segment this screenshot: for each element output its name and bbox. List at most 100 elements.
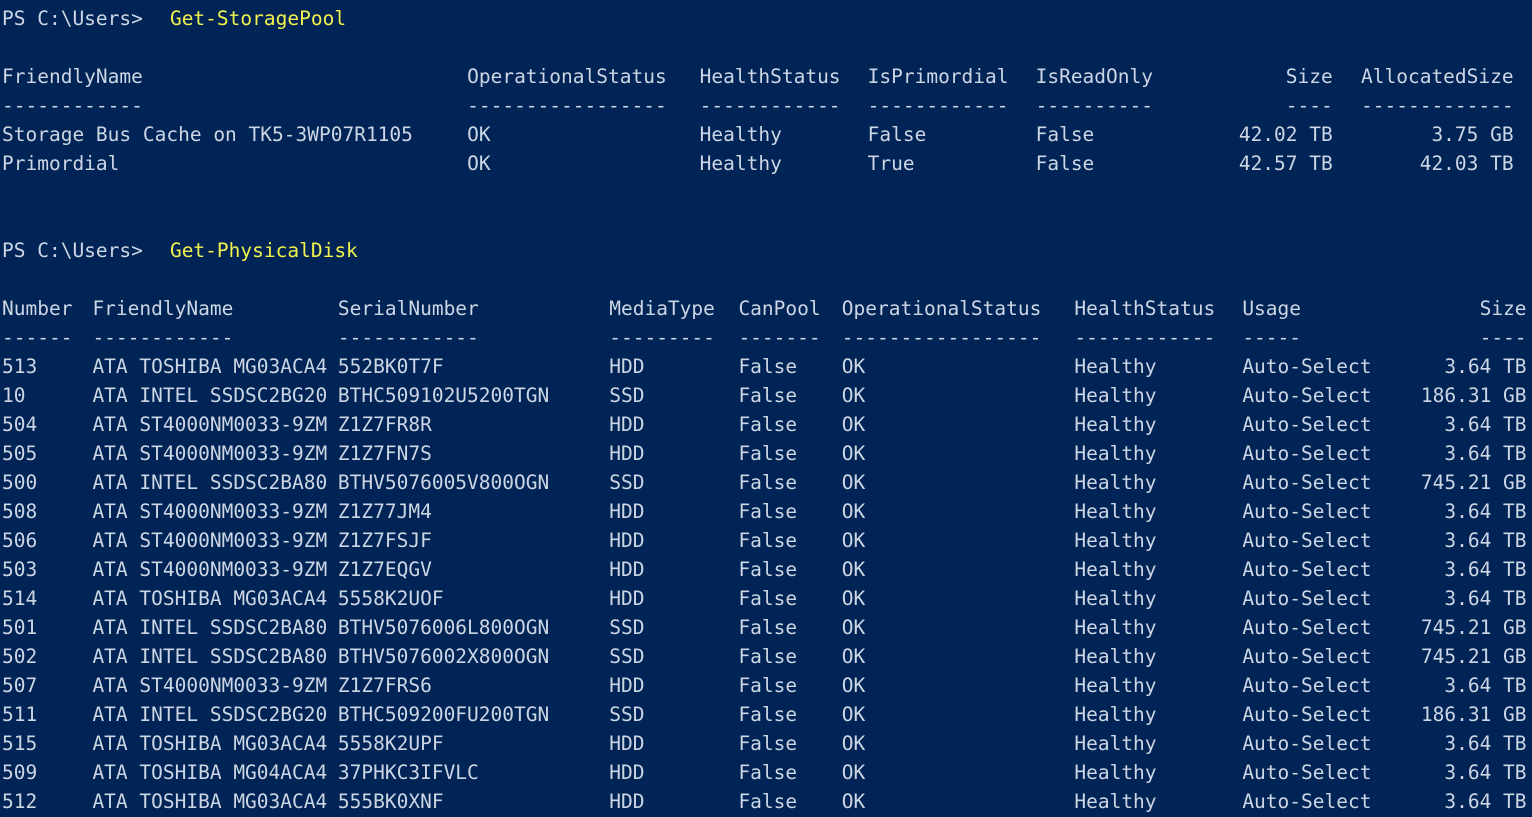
column-header-healthstatus: HealthStatus — [700, 62, 855, 91]
command-text-physical-disk[interactable]: Get-PhysicalDisk — [170, 236, 358, 265]
cell-isprimordial: True — [868, 149, 1023, 178]
cell-mediatype: HDD — [609, 497, 725, 526]
cell-mediatype: HDD — [609, 671, 725, 700]
cell-size: 186.31 GB — [1397, 381, 1526, 410]
cell-friendlyname: ATA TOSHIBA MG03ACA4 — [92, 352, 325, 381]
cell-number: 513 — [2, 352, 80, 381]
column-header-size: Size — [1178, 62, 1333, 91]
cell-operationalstatus: OK — [842, 381, 1062, 410]
cell-canpool: False — [738, 642, 828, 671]
cell-size: 3.64 TB — [1397, 671, 1526, 700]
cell-mediatype: HDD — [609, 555, 725, 584]
cell-mediatype: SSD — [609, 700, 725, 729]
cell-operationalstatus: OK — [467, 149, 687, 178]
cell-friendlyname: Primordial — [2, 149, 454, 178]
cell-size: 3.64 TB — [1397, 584, 1526, 613]
cell-serialnumber: Z1Z7FN7S — [338, 439, 596, 468]
cell-usage: Auto-Select — [1242, 439, 1384, 468]
cell-healthstatus: Healthy — [1074, 497, 1229, 526]
cell-friendlyname: ATA INTEL SSDSC2BA80 — [92, 613, 325, 642]
column-header-canpool: CanPool — [738, 294, 828, 323]
column-rule-size: ---- — [1178, 91, 1333, 120]
cell-mediatype: HDD — [609, 410, 725, 439]
cell-number: 509 — [2, 758, 80, 787]
cell-healthstatus: Healthy — [1074, 439, 1229, 468]
cell-operationalstatus: OK — [842, 758, 1062, 787]
cell-serialnumber: Z1Z7FR8R — [338, 410, 596, 439]
cell-healthstatus: Healthy — [700, 120, 855, 149]
cell-usage: Auto-Select — [1242, 787, 1384, 816]
cell-mediatype: HDD — [609, 526, 725, 555]
cell-healthstatus: Healthy — [1074, 700, 1229, 729]
cell-usage: Auto-Select — [1242, 700, 1384, 729]
cell-size: 3.64 TB — [1397, 758, 1526, 787]
shell-prompt: PS C:\Users> — [2, 236, 155, 265]
cell-size: 745.21 GB — [1397, 468, 1526, 497]
cell-operationalstatus: OK — [842, 700, 1062, 729]
cell-friendlyname: ATA ST4000NM0033-9ZM — [92, 410, 325, 439]
column-rule-allocatedsize: ------------- — [1346, 91, 1514, 120]
cell-number: 500 — [2, 468, 80, 497]
cell-number: 508 — [2, 497, 80, 526]
cell-usage: Auto-Select — [1242, 584, 1384, 613]
command-text-storage-pool[interactable]: Get-StoragePool — [170, 4, 346, 33]
cell-number: 511 — [2, 700, 80, 729]
cell-size: 3.64 TB — [1397, 352, 1526, 381]
cell-mediatype: HDD — [609, 439, 725, 468]
cell-serialnumber: Z1Z7FSJF — [338, 526, 596, 555]
cell-serialnumber: 552BK0T7F — [338, 352, 596, 381]
cell-canpool: False — [738, 700, 828, 729]
cell-isreadonly: False — [1036, 149, 1165, 178]
cell-serialnumber: 5558K2UOF — [338, 584, 596, 613]
column-header-healthstatus: HealthStatus — [1074, 294, 1229, 323]
cell-number: 506 — [2, 526, 80, 555]
cell-usage: Auto-Select — [1242, 729, 1384, 758]
column-header-size: Size — [1397, 294, 1526, 323]
cell-mediatype: SSD — [609, 468, 725, 497]
column-rule-isreadonly: ---------- — [1036, 91, 1165, 120]
cell-size: 186.31 GB — [1397, 700, 1526, 729]
cell-healthstatus: Healthy — [1074, 613, 1229, 642]
cell-isprimordial: False — [868, 120, 1023, 149]
cell-healthstatus: Healthy — [1074, 526, 1229, 555]
cell-healthstatus: Healthy — [1074, 555, 1229, 584]
cell-serialnumber: BTHC509200FU200TGN — [338, 700, 596, 729]
cell-serialnumber: BTHV5076006L800OGN — [338, 613, 596, 642]
cell-usage: Auto-Select — [1242, 468, 1384, 497]
cell-friendlyname: ATA ST4000NM0033-9ZM — [92, 555, 325, 584]
column-header-friendlyname: FriendlyName — [2, 62, 454, 91]
cell-healthstatus: Healthy — [700, 149, 855, 178]
powershell-console[interactable]: PS C:\Users> Get-StoragePool FriendlyName… — [0, 0, 1532, 817]
cell-canpool: False — [738, 613, 828, 642]
column-rule-isprimordial: ------------ — [868, 91, 1023, 120]
cell-operationalstatus: OK — [467, 120, 687, 149]
cell-canpool: False — [738, 468, 828, 497]
cell-friendlyname: Storage Bus Cache on TK5-3WP07R1105 — [2, 120, 454, 149]
cell-friendlyname: ATA INTEL SSDSC2BA80 — [92, 468, 325, 497]
cell-number: 514 — [2, 584, 80, 613]
cell-operationalstatus: OK — [842, 410, 1062, 439]
cell-serialnumber: 37PHKC3IFVLC — [338, 758, 596, 787]
cell-mediatype: HDD — [609, 352, 725, 381]
cell-isreadonly: False — [1036, 120, 1165, 149]
column-header-operationalstatus: OperationalStatus — [842, 294, 1062, 323]
cell-serialnumber: 5558K2UPF — [338, 729, 596, 758]
column-rule-canpool: ------- — [738, 323, 828, 352]
cell-operationalstatus: OK — [842, 787, 1062, 816]
cell-size: 3.64 TB — [1397, 497, 1526, 526]
cell-serialnumber: 555BK0XNF — [338, 787, 596, 816]
cell-serialnumber: BTHV5076005V800OGN — [338, 468, 596, 497]
cell-canpool: False — [738, 410, 828, 439]
cell-mediatype: SSD — [609, 381, 725, 410]
cell-friendlyname: ATA ST4000NM0033-9ZM — [92, 671, 325, 700]
column-header-usage: Usage — [1242, 294, 1384, 323]
cell-number: 10 — [2, 381, 80, 410]
cell-size: 3.64 TB — [1397, 787, 1526, 816]
cell-friendlyname: ATA INTEL SSDSC2BA80 — [92, 642, 325, 671]
column-rule-friendlyname: ------------ — [2, 91, 454, 120]
cell-mediatype: HDD — [609, 729, 725, 758]
cell-number: 501 — [2, 613, 80, 642]
column-rule-serialnumber: ------------ — [338, 323, 596, 352]
cell-healthstatus: Healthy — [1074, 468, 1229, 497]
cell-healthstatus: Healthy — [1074, 584, 1229, 613]
